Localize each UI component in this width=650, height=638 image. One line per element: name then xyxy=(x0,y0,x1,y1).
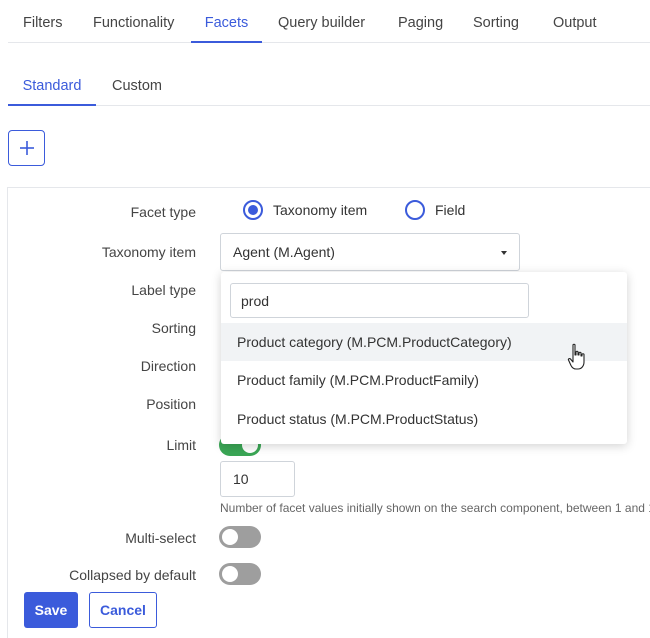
limit-input[interactable] xyxy=(220,461,295,497)
add-facet-button[interactable] xyxy=(8,130,45,166)
tab-custom[interactable]: Custom xyxy=(112,66,162,106)
hand-pointer-icon xyxy=(567,343,585,370)
sub-tab-bar: Standard Custom xyxy=(8,66,650,106)
tab-standard[interactable]: Standard xyxy=(8,66,96,106)
tab-facets[interactable]: Facets xyxy=(191,0,262,43)
save-button[interactable]: Save xyxy=(24,592,78,628)
top-tab-bar: Filters Functionality Facets Query build… xyxy=(8,0,650,43)
taxonomy-item-radio-label[interactable]: Taxonomy item xyxy=(273,202,367,218)
taxonomy-item-label: Taxonomy item xyxy=(101,244,196,260)
label-type-label: Label type xyxy=(131,282,196,298)
sorting-label: Sorting xyxy=(151,320,196,336)
dropdown-search-input[interactable] xyxy=(230,283,529,318)
multi-select-label: Multi-select xyxy=(125,530,196,546)
taxonomy-item-selected-value: Agent (M.Agent) xyxy=(233,244,335,260)
tab-output[interactable]: Output xyxy=(553,0,597,43)
position-label: Position xyxy=(146,396,196,412)
taxonomy-item-radio[interactable] xyxy=(243,200,263,220)
tab-query-builder[interactable]: Query builder xyxy=(278,0,365,43)
plus-icon xyxy=(19,141,34,155)
tab-paging[interactable]: Paging xyxy=(398,0,443,43)
tab-functionality[interactable]: Functionality xyxy=(93,0,174,43)
collapsed-by-default-toggle[interactable] xyxy=(219,563,261,585)
limit-help-text: Number of facet values initially shown o… xyxy=(220,501,650,515)
multi-select-toggle[interactable] xyxy=(219,526,261,548)
dropdown-option[interactable]: Product status (M.PCM.ProductStatus) xyxy=(221,400,627,438)
tab-sorting[interactable]: Sorting xyxy=(473,0,519,43)
collapsed-by-default-label: Collapsed by default xyxy=(69,567,196,583)
field-radio[interactable] xyxy=(405,200,425,220)
taxonomy-item-select[interactable]: Agent (M.Agent) xyxy=(220,233,520,271)
facet-type-label: Facet type xyxy=(130,204,196,220)
tab-filters[interactable]: Filters xyxy=(23,0,62,43)
direction-label: Direction xyxy=(140,358,196,374)
caret-down-icon xyxy=(501,251,507,255)
cancel-button[interactable]: Cancel xyxy=(89,592,157,628)
field-radio-label[interactable]: Field xyxy=(435,202,465,218)
limit-label: Limit xyxy=(166,437,196,453)
